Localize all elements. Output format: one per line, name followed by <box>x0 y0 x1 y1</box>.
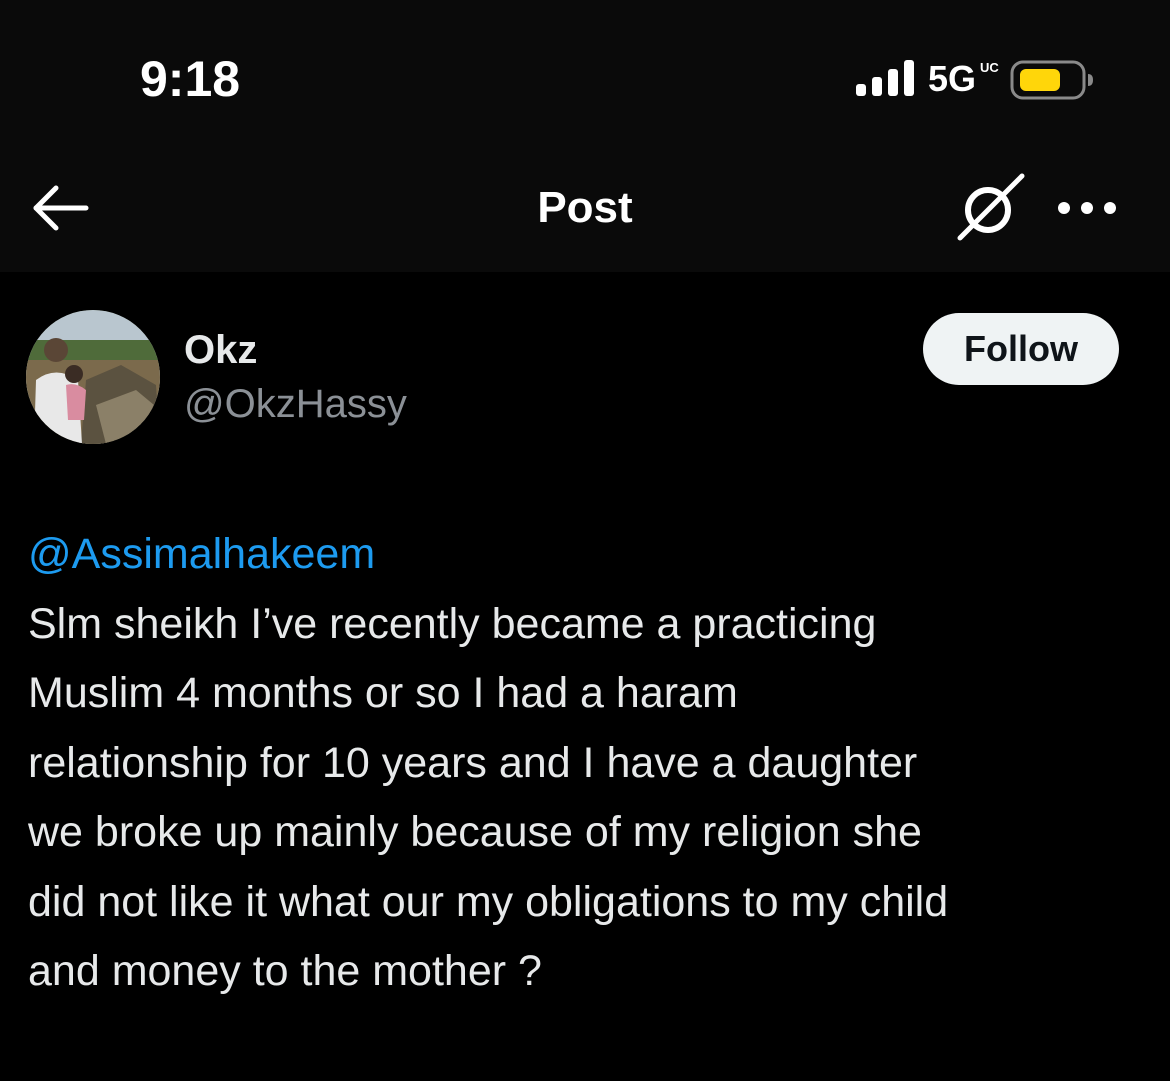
status-time: 9:18 <box>140 51 241 107</box>
mention-link[interactable]: @Assimalhakeem <box>28 520 1148 590</box>
battery-icon <box>1010 60 1093 100</box>
more-dots-icon[interactable] <box>1056 196 1118 220</box>
grok-icon[interactable] <box>954 172 1026 244</box>
author-name[interactable]: Okz <box>184 326 257 374</box>
post-text: Slm sheikh I’ve recently became a practi… <box>28 599 949 996</box>
network-type: 5G <box>928 58 977 99</box>
author-handle[interactable]: @OkzHassy <box>184 380 407 428</box>
follow-button[interactable]: Follow <box>923 313 1119 385</box>
avatar[interactable] <box>26 310 160 444</box>
top-area: 9:18 5G UC Post <box>0 0 1170 272</box>
avatar-photo <box>26 310 160 444</box>
network-uc-label: UC <box>980 60 999 75</box>
post-body: @Assimalhakeem Slm sheikh I’ve recently … <box>28 520 1148 1007</box>
signal-strength-icon <box>856 60 914 96</box>
